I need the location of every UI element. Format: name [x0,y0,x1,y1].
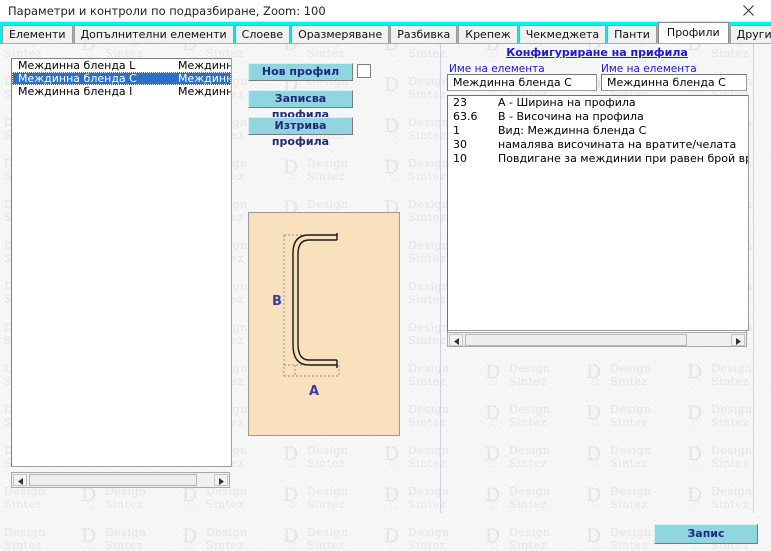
tab-7[interactable]: Панти [607,25,657,43]
watermark-tile: DDesignSintez⎕ [384,525,450,551]
watermark-tile: DDesignSintez⎕ [687,402,753,429]
profile-shape-drawing: B A [272,233,340,399]
hscrollbar-thumb[interactable] [465,334,687,346]
watermark-tile: DDesignSintez⎕ [687,484,753,511]
watermark-tile: DDesignSintez⎕ [283,443,349,470]
watermark-tile: DDesignSintez⎕ [283,525,349,551]
watermark-tile: DDesignSintez⎕ [4,526,46,551]
save-button[interactable]: Запис [654,524,758,544]
tab-4[interactable]: Разбивка [390,25,458,43]
right-panel-title[interactable]: Конфигуриране на прифила [441,46,753,59]
properties-hscrollbar[interactable] [447,332,747,347]
watermark-tile: DDesignSintez⎕ [283,484,349,511]
dimension-label-b: B [272,294,282,309]
watermark-tile: DDesignSintez⎕ [283,156,349,183]
watermark-tile: DDesignSintez⎕ [586,361,652,388]
tab-0[interactable]: Елементи [2,25,73,43]
title-bar: Параметри и контроли по подразбиране, Zo… [0,0,771,22]
profile-list-item[interactable]: Междинна бленда L Междинна бленд [12,59,231,72]
scroll-right-arrow[interactable] [731,334,745,346]
profile-properties-rows: 23 A - Ширина на профила 63.6 B - Височина … [448,96,748,166]
watermark-tile: DDesignSintez⎕ [485,443,551,470]
profile-list-item-name: Междинна бленда I [18,85,133,98]
new-profile-button[interactable]: Нов профил [248,63,353,81]
watermark-tile: DDesignSintez⎕ [485,361,551,388]
tab-2[interactable]: Слоеве [234,25,291,43]
profile-list-rows: Междинна бленда LМеждинна блендМеждинна … [12,59,231,98]
property-description: Вид: Междинна бленда C [498,124,647,137]
property-row[interactable]: 30 намалява височината на вратите/челата [448,138,748,152]
panel-divider-left [440,43,441,513]
watermark-tile: DDesignSintez⎕ [384,443,450,470]
watermark-tile: DDesignSintez⎕ [687,443,753,470]
property-row[interactable]: 1 Вид: Междинна бленда C [448,124,748,138]
window-title: Параметри и контроли по подразбиране, Zo… [8,4,326,18]
property-row[interactable]: 10 Повдигане за междинии при равен брой в… [448,152,748,166]
tab-list: Елементи Допълнителни елементи Слоеве Оразм… [2,22,771,43]
tab-9[interactable]: Други [729,25,771,43]
watermark-tile: DDesignSintez⎕ [586,402,652,429]
tab-strip: Елементи Допълнителни елементи Слоеве Оразм… [0,21,771,43]
delete-profile-button[interactable]: Изтрива профила [248,117,353,148]
element-name-input-1[interactable] [447,74,597,91]
property-value: 10 [453,152,467,165]
profile-list-item-type: Междинна бленд [178,59,231,72]
property-description: B - Височина на профила [498,110,644,123]
profile-properties-list[interactable]: 23 A - Ширина на профила 63.6 B - Височина … [447,95,749,331]
panel-divider-right [753,43,754,513]
watermark-tile: DDesignSintez⎕ [687,361,753,388]
tab-6[interactable]: Чекмеджета [518,25,607,43]
property-value: 23 [453,96,467,109]
watermark-tile: DDesignSintez⎕ [485,402,551,429]
profile-list-item[interactable]: Междинна бленда C Междинна блен [12,72,231,85]
scroll-left-arrow[interactable] [13,474,27,486]
watermark-tile: DDesignSintez⎕ [182,525,248,551]
watermark-tile: DDesignSintez⎕ [4,485,46,511]
property-description: A - Ширина на профила [498,96,636,109]
profile-list-item-type: Междинна бленд [178,85,231,98]
scroll-left-arrow[interactable] [449,334,463,346]
property-description: Повдигане за междинии при равен брой вра… [498,152,748,165]
property-value: 1 [453,124,460,137]
watermark-tile: DDesignSintez⎕ [81,484,147,511]
profile-list-hscrollbar[interactable] [11,472,230,488]
tab-3[interactable]: Оразмеряване [291,25,390,43]
profile-list-item[interactable]: Междинна бленда I Междинна бленд [12,85,231,98]
property-row[interactable]: 63.6 B - Височина на профила [448,110,748,124]
profile-preview-canvas: B A [248,212,400,436]
property-description: намалява височината на вратите/челата [498,138,737,151]
profile-list-item-name: Междинна бленда L [18,59,136,72]
property-value: 63.6 [453,110,478,123]
close-button[interactable] [726,0,771,21]
new-profile-checkbox[interactable] [357,64,371,78]
profile-list-item-name: Междинна бленда C [18,72,137,85]
profile-list[interactable]: Междинна бленда LМеждинна блендМеждинна … [11,58,232,467]
hscrollbar-thumb[interactable] [29,474,197,486]
property-row[interactable]: 23 A - Ширина на профила [448,96,748,110]
watermark-tile: DDesignSintez⎕ [485,525,551,551]
watermark-tile: DDesignSintez⎕ [485,484,551,511]
watermark-tile: DDesignSintez⎕ [586,443,652,470]
tab-8[interactable]: Профили [657,22,729,43]
tab-5[interactable]: Крепеж [458,25,518,43]
watermark-tile: DDesignSintez⎕ [384,484,450,511]
watermark-tile: DDesignSintez⎕ [81,525,147,551]
element-name-input-2[interactable] [601,74,747,91]
watermark-tile: DDesignSintez⎕ [586,484,652,511]
save-profile-button[interactable]: Записва профила [248,90,353,121]
tab-1[interactable]: Допълнителни елементи [73,25,234,43]
profile-list-item-type: Междинна блен [178,72,231,85]
dimension-label-a: A [309,384,319,399]
property-value: 30 [453,138,467,151]
scroll-right-arrow[interactable] [214,474,228,486]
watermark-tile: DDesignSintez⎕ [182,484,248,511]
application-window: DDesignSintez⎕ DDesignSintez⎕ DDesignSinte… [0,0,771,551]
